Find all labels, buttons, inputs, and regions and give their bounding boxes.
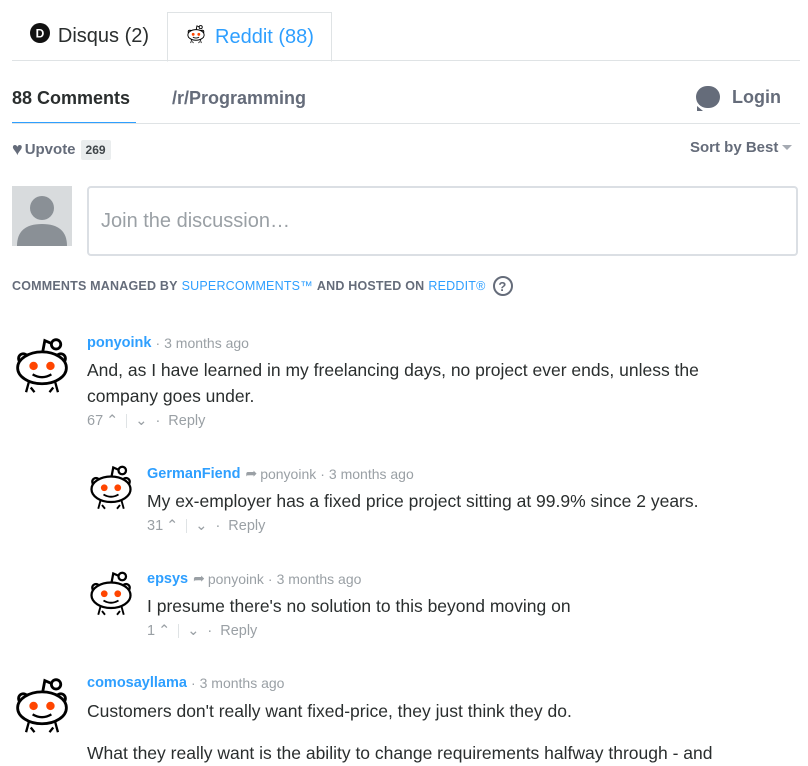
parent-author[interactable]: ponyoink [208,571,264,587]
meta-separator: · [267,570,273,587]
disqus-logo-icon: D [29,23,50,49]
vote-divider [178,624,180,638]
comment-author[interactable]: ponyoink [87,335,151,351]
nav-divider [12,123,800,124]
subreddit-link[interactable]: /r/Programming [172,88,306,109]
help-icon[interactable]: ? [492,276,513,296]
comment-avatar[interactable] [87,462,135,512]
meta-separator: · [215,518,221,534]
comment-meta: ponyoink · 3 months ago [87,335,249,351]
vote-count: 67 [87,413,104,429]
meta-separator: · [155,413,161,429]
reply-arrow-icon: ➦ [245,465,258,481]
sort-dropdown[interactable]: Sort by Best [690,139,793,156]
downvote-arrow-icon[interactable]: ⌄ [135,413,147,429]
reddit-alien-icon [12,332,72,398]
reddit-alien-icon [185,24,207,50]
tab-reddit[interactable]: Reddit (88) [167,12,332,62]
tab-reddit-label: Reddit (88) [215,25,314,48]
login-button[interactable]: Login [696,86,781,111]
upvote-label: Upvote [24,141,76,158]
reddit-link[interactable]: REDDIT® [428,279,485,293]
upvote-arrow-icon[interactable]: ⌃ [166,518,178,534]
reply-button[interactable]: Reply [228,518,265,534]
reddit-alien-icon [87,568,135,618]
managed-prefix: COMMENTS MANAGED BY [12,279,178,293]
comment-text-line: company goes under. [87,386,255,406]
chat-bubble-icon [696,86,720,111]
meta-separator: · [320,465,325,482]
comment-actions: 31 ⌃ ⌄ · Reply [147,518,265,534]
comment-text-line: My ex-employer has a fixed price project… [147,491,699,511]
comment-meta: epsys ➦ ponyoink · 3 months ago [147,570,361,587]
heart-icon: ♥ [12,139,23,159]
tab-disqus-label: Disqus (2) [57,24,150,47]
default-avatar-icon [12,186,72,246]
meta-separator: · [190,675,196,691]
downvote-arrow-icon[interactable]: ⌄ [187,623,199,639]
parent-author[interactable]: ponyoink [260,466,316,482]
managed-middle: AND HOSTED ON [316,279,425,293]
user-avatar [12,186,72,246]
svg-text:D: D [36,27,45,41]
comment-author[interactable]: comosayllama [87,675,187,691]
upvote-arrow-icon[interactable]: ⌃ [106,413,118,429]
reply-button[interactable]: Reply [168,413,205,429]
vote-count: 1 [147,623,156,639]
comment-composer[interactable] [87,186,798,256]
comment-text-line: What they really want is the ability to … [87,743,713,763]
comments-count-tab[interactable]: 88 Comments [12,88,130,109]
upvote-button[interactable]: ♥ Upvote 269 [12,139,111,160]
vote-divider [186,519,188,533]
tab-disqus[interactable]: D Disqus (2) [12,12,167,60]
comment-meta: comosayllama · 3 months ago [87,675,284,691]
upvote-arrow-icon[interactable]: ⌃ [158,623,170,639]
meta-separator: · [155,335,161,351]
managed-by-notice: COMMENTS MANAGED BY SUPERCOMMENTS™ AND H… [12,276,513,296]
comment-actions: 67 ⌃ ⌄ · Reply [87,413,205,429]
comment-time[interactable]: 3 months ago [277,571,362,587]
downvote-arrow-icon[interactable]: ⌄ [195,518,207,534]
comment-body: My ex-employer has a fixed price project… [147,488,797,514]
comment-avatar[interactable] [87,568,135,618]
comment-actions: 1 ⌃ ⌄ · Reply [147,623,257,639]
comment-time[interactable]: 3 months ago [329,466,414,482]
vote-divider [126,414,128,428]
comment-text-line: Customers don't really want fixed-price,… [87,701,572,721]
comment-author[interactable]: epsys [147,571,188,587]
login-label: Login [732,86,781,107]
comment-author[interactable]: GermanFiend [147,466,240,482]
reddit-alien-icon [12,672,72,738]
comment-body: I presume there's no solution to this be… [147,593,797,619]
comment-body: Customers don't really want fixed-price,… [87,698,799,766]
vote-count: 31 [147,518,164,534]
sort-label: Sort by Best [690,139,779,156]
comment-meta: GermanFiend ➦ ponyoink · 3 months ago [147,465,414,482]
chevron-down-icon [782,145,793,150]
comment-avatar[interactable] [12,672,72,738]
reddit-alien-icon [87,462,135,512]
comment-time[interactable]: 3 months ago [164,335,249,351]
comment-body: And, as I have learned in my freelancing… [87,357,787,409]
upvote-count-badge: 269 [80,139,111,160]
comment-time[interactable]: 3 months ago [200,675,285,691]
comment-input[interactable] [89,188,796,254]
tab-divider [12,60,800,61]
supercomments-link[interactable]: SUPERCOMMENTS™ [182,279,313,293]
comment-avatar[interactable] [12,332,72,398]
reply-arrow-icon: ➦ [193,570,205,586]
comment-text-line: And, as I have learned in my freelancing… [87,360,699,380]
reply-button[interactable]: Reply [220,623,257,639]
comment-text-line: I presume there's no solution to this be… [147,596,571,616]
meta-separator: · [207,623,213,639]
